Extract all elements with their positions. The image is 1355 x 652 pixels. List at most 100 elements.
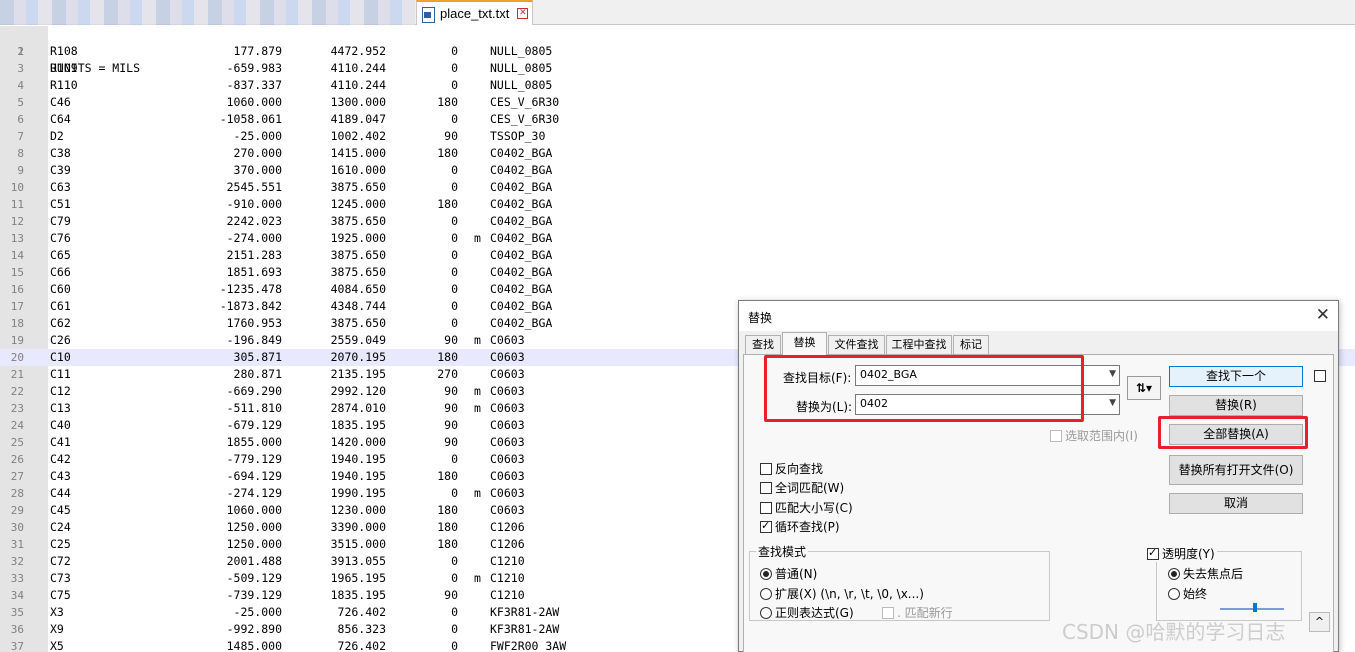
ref-designator: C60	[50, 282, 71, 296]
blurred-tabs	[0, 0, 415, 25]
line-number: 31	[10, 538, 24, 551]
y-coordinate: 2135.195	[330, 367, 386, 381]
replace-dialog: 替换 ✕ 查找 替换 文件查找 工程中查找 标记 查找目标(F): 0402_B…	[738, 300, 1339, 652]
transparency-label: 透明度(Y)	[1162, 547, 1215, 561]
mode-regex-radio[interactable]: 正则表达式(G)	[760, 604, 854, 621]
ref-designator: C42	[50, 452, 71, 466]
x-coordinate: -992.890	[226, 622, 282, 636]
rotation: 0	[451, 605, 458, 619]
line-number: 35	[10, 606, 24, 619]
find-next-button[interactable]: 查找下一个	[1169, 366, 1303, 387]
package-name: C0603	[490, 503, 525, 517]
mode-extended-radio[interactable]: 扩展(X) (\n, \r, \t, \0, \x...)	[760, 585, 924, 602]
transparency-checkbox[interactable]: 透明度(Y)	[1147, 545, 1217, 562]
y-coordinate: 1965.195	[330, 571, 386, 585]
y-coordinate: 2992.120	[330, 384, 386, 398]
cancel-button[interactable]: 取消	[1169, 493, 1303, 514]
match-case-checkbox[interactable]: 匹配大小写(C)	[760, 499, 853, 516]
package-name: C0603	[490, 452, 525, 466]
wrap-around-checkbox[interactable]: 循环查找(P)	[760, 518, 840, 535]
close-icon[interactable]: ✕	[517, 8, 529, 19]
tab-place-txt[interactable]: place_txt.txt ✕	[416, 0, 533, 25]
package-name: C0402_BGA	[490, 248, 553, 262]
line-number: 27	[10, 470, 24, 483]
ref-designator: C41	[50, 435, 71, 449]
replace-button[interactable]: 替换(R)	[1169, 395, 1303, 416]
scroll-up-button[interactable]: ^	[1309, 612, 1330, 632]
x-coordinate: -25.000	[233, 129, 282, 143]
package-name: C0402_BGA	[490, 265, 553, 279]
tab-replace[interactable]: 替换	[782, 332, 827, 355]
package-name: C0603	[490, 367, 525, 381]
rotation: 0	[451, 265, 458, 279]
ref-designator: X3	[50, 605, 64, 619]
editor-line: 15 C66 1851.693 3875.650 0 C0402_BGA	[0, 264, 1355, 281]
rotation: 180	[437, 350, 458, 364]
x-coordinate: 177.879	[233, 44, 282, 58]
ref-designator: C63	[50, 180, 71, 194]
line-number: 26	[10, 453, 24, 466]
line-number: 22	[10, 385, 24, 398]
x-coordinate: -837.337	[226, 78, 282, 92]
ref-designator: R108	[50, 44, 78, 58]
tab-mark[interactable]: 标记	[953, 335, 989, 354]
line-number: 36	[10, 623, 24, 636]
backward-checkbox[interactable]: 反向查找	[760, 460, 823, 477]
package-name: FWF2R00 3AW	[490, 639, 567, 652]
mirror-flag: m	[474, 384, 481, 398]
replace-all-open-files-button[interactable]: 替换所有打开文件(O)	[1169, 455, 1303, 485]
mode-normal-radio[interactable]: 普通(N)	[760, 565, 817, 582]
editor-line: 4 R110 -837.337 4110.244 0 NULL_0805	[0, 77, 1355, 94]
y-coordinate: 726.402	[337, 605, 386, 619]
dot-matches-newline-checkbox[interactable]: . 匹配新行	[882, 604, 953, 621]
package-name: C0402_BGA	[490, 214, 553, 228]
line-number: 19	[10, 334, 24, 347]
y-coordinate: 4348.744	[330, 299, 386, 313]
x-coordinate: 1060.000	[226, 503, 282, 517]
transparency-slider-thumb[interactable]	[1253, 603, 1257, 612]
in-selection-checkbox[interactable]: 选取范围内(I)	[1050, 427, 1138, 444]
y-coordinate: 4189.047	[330, 112, 386, 126]
always-label: 始终	[1183, 587, 1208, 601]
ref-designator: C10	[50, 350, 71, 364]
radio-dot	[1168, 587, 1180, 600]
ref-designator: C13	[50, 401, 71, 415]
ref-designator: C12	[50, 384, 71, 398]
dialog-title: 替换	[748, 311, 773, 325]
package-name: C0603	[490, 469, 525, 483]
dialog-title-bar: 替换 ✕	[739, 301, 1338, 331]
y-coordinate: 3875.650	[330, 265, 386, 279]
y-coordinate: 1415.000	[330, 146, 386, 160]
package-name: NULL_0805	[490, 78, 553, 92]
rotation: 0	[451, 248, 458, 262]
y-coordinate: 2559.049	[330, 333, 386, 347]
editor-line: 3 R109 -659.983 4110.244 0 NULL_0805	[0, 60, 1355, 77]
package-name: TSSOP_30	[490, 129, 546, 143]
line-number: 15	[10, 266, 24, 279]
chevron-down-icon[interactable]: ▼	[1109, 398, 1116, 408]
tab-find-in-project[interactable]: 工程中查找	[886, 335, 952, 354]
swap-icon[interactable]: ⇅▾	[1127, 376, 1161, 400]
whole-word-checkbox[interactable]: 全词匹配(W)	[760, 479, 844, 496]
rotation: 90	[444, 401, 458, 415]
line-number: 28	[10, 487, 24, 500]
rotation: 0	[451, 282, 458, 296]
editor-line: 12 C79 2242.023 3875.650 0 C0402_BGA	[0, 213, 1355, 230]
transparency-always-radio[interactable]: 始终	[1168, 585, 1207, 602]
close-icon[interactable]: ✕	[1316, 306, 1330, 324]
y-coordinate: 1230.000	[330, 503, 386, 517]
transparency-slider-track[interactable]	[1220, 608, 1284, 610]
tab-find-in-files[interactable]: 文件查找	[828, 335, 885, 354]
package-name: C0603	[490, 401, 525, 415]
line-number: 23	[10, 402, 24, 415]
transparency-on-lose-focus-radio[interactable]: 失去焦点后	[1168, 565, 1243, 582]
tab-find[interactable]: 查找	[745, 335, 781, 354]
radio-dot	[760, 587, 772, 600]
find-next-option-checkbox[interactable]	[1314, 370, 1326, 382]
mirror-flag: m	[474, 333, 481, 347]
x-coordinate: 2545.551	[226, 180, 282, 194]
package-name: KF3R81-2AW	[490, 622, 560, 636]
chevron-down-icon[interactable]: ▼	[1109, 369, 1116, 379]
x-coordinate: -509.129	[226, 571, 282, 585]
highlight-find-replace-fields	[764, 355, 1084, 422]
